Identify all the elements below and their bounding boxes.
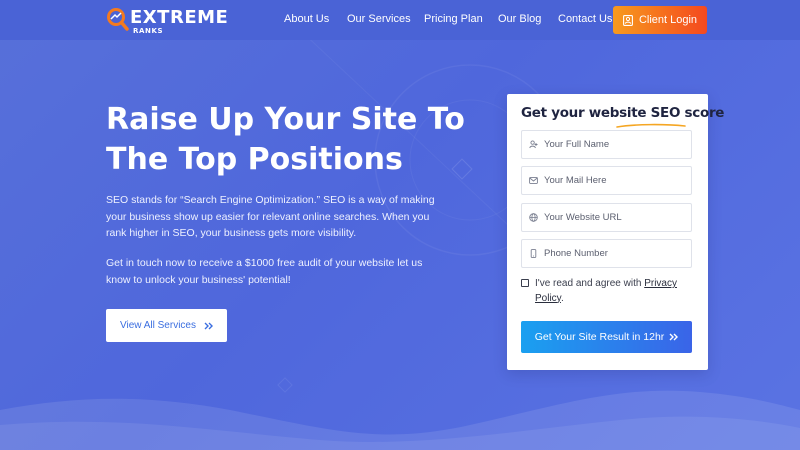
nav-contact-us[interactable]: Contact Us [558,13,612,25]
title-underline-swoosh [616,123,686,128]
nav-our-services[interactable]: Our Services [347,13,411,25]
brand-name: EXTREME [130,7,229,28]
phone-field[interactable] [521,239,692,268]
nav-about-us[interactable]: About Us [284,13,329,25]
phone-input[interactable] [544,248,684,259]
seo-score-form: Get your website SEO score Your Full Nam… [507,94,724,370]
brand-tagline: RANKS [133,27,164,35]
globe-icon [529,213,538,222]
agree-label: I've read and agree with [535,278,645,289]
client-login-label: Client Login [638,14,698,26]
hero-title: Raise Up Your Site To The Top Positions [106,100,466,180]
double-chevron-right-icon [669,333,679,341]
full-name-input[interactable] [544,139,684,150]
double-chevron-right-icon [204,322,213,329]
hero-description: SEO stands for “Search Engine Optimizati… [106,194,435,240]
view-all-services-button[interactable]: View All Services [106,309,227,342]
phone-icon [530,249,537,258]
form-title-highlight: SEO score [650,105,725,121]
hero-offer-text: Get in touch now to receive a $1000 free… [106,257,423,286]
agree-end: . [560,292,564,304]
hero-title-line2: The Top Positions [106,142,403,177]
user-add-icon [529,140,538,149]
get-site-result-button[interactable]: Get Your Site Result in 12hr [521,321,692,353]
hero-title-line1: Raise Up Your Site To [106,102,465,137]
user-card-icon [623,14,633,26]
nav-our-blog[interactable]: Our Blog [498,13,541,25]
mail-icon [529,177,538,184]
magnifier-logo-icon [107,8,129,31]
top-navbar: EXTREME RANKS About Us Our Services Pric… [0,0,800,40]
form-title: Get your website SEO score [521,105,724,121]
form-title-prefix: Get your website [521,105,651,121]
email-input[interactable] [544,175,684,186]
view-all-services-label: View All Services [120,320,196,331]
email-field[interactable] [521,166,692,195]
website-url-field[interactable] [521,203,692,232]
full-name-field[interactable] [521,130,692,159]
get-site-result-label: Get Your Site Result in 12hr [534,331,665,343]
privacy-agreement-text: I've read and agree with Privacy Policy. [535,277,699,306]
privacy-checkbox[interactable] [521,279,529,287]
website-url-input[interactable] [544,212,684,223]
nav-pricing-plan[interactable]: Pricing Plan [424,13,483,25]
client-login-button[interactable]: Client Login [613,6,707,34]
